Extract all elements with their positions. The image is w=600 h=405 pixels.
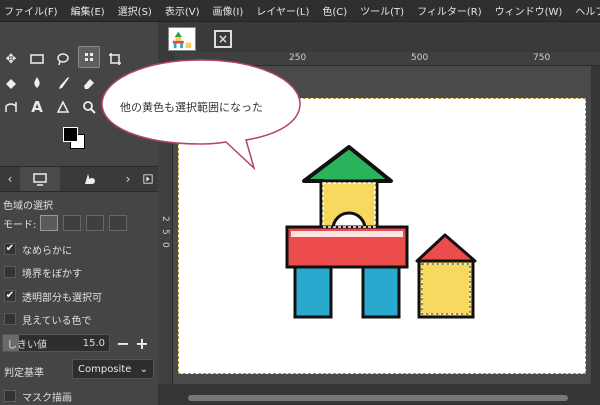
foreground-color-swatch[interactable] xyxy=(63,127,78,142)
mode-row: モード: xyxy=(0,214,132,232)
antialias-checkbox[interactable]: ✔ xyxy=(4,243,16,255)
menu-item-4[interactable]: 画像(I) xyxy=(213,3,244,18)
menu-bar: ファイル(F) 編集(E) 選択(S) 表示(V) 画像(I) レイヤー(L) 色(C) ツー… xyxy=(0,0,600,22)
horizontal-scrollbar[interactable] xyxy=(158,384,600,405)
mode-intersect-button[interactable] xyxy=(109,215,128,231)
color-swatches[interactable] xyxy=(60,126,90,156)
scrollbar-thumb[interactable] xyxy=(188,395,568,401)
feather-label: 境界をぼかす xyxy=(22,268,82,280)
ruler-left-label-2: 2 xyxy=(160,216,170,222)
chevron-left-icon[interactable]: ‹ xyxy=(0,167,20,191)
menu-item-0[interactable]: ファイル(F) xyxy=(4,3,58,18)
callout-text: 他の黄色も選択範囲になった xyxy=(120,101,263,114)
antialias-label: なめらかに xyxy=(22,245,72,257)
sample-merged-checkbox[interactable] xyxy=(4,313,16,325)
paint-bucket-icon[interactable] xyxy=(26,72,48,94)
sample-merged-option[interactable]: 見えている色で xyxy=(4,311,92,327)
menu-item-2[interactable]: 選択(S) xyxy=(118,3,152,18)
lasso-icon[interactable] xyxy=(52,48,74,70)
transparent-option[interactable]: ✔ 透明部分も選択可 xyxy=(4,288,102,304)
ruler-left-label-0: 0 xyxy=(160,242,170,248)
criterion-label: 判定基準 xyxy=(4,368,44,379)
menu-item-7[interactable]: ツール(T) xyxy=(360,3,404,18)
move-icon[interactable]: ✥ xyxy=(0,48,22,70)
menu-item-9[interactable]: ウィンドウ(W) xyxy=(495,3,563,18)
paths-icon[interactable] xyxy=(0,96,22,118)
menu-item-6[interactable]: 色(C) xyxy=(322,3,347,18)
ruler-left-label-5: 5 xyxy=(160,229,170,235)
text-icon[interactable]: A xyxy=(26,96,48,118)
transparent-checkbox[interactable]: ✔ xyxy=(4,290,16,302)
threshold-label: しきい値 xyxy=(7,339,47,351)
antialias-option[interactable]: ✔ なめらかに xyxy=(4,241,72,257)
mode-add-button[interactable] xyxy=(63,215,82,231)
feather-checkbox[interactable] xyxy=(4,266,16,278)
rect-select-icon[interactable] xyxy=(26,48,48,70)
menu-item-1[interactable]: 編集(E) xyxy=(71,3,105,18)
close-image-icon[interactable]: × xyxy=(214,30,232,48)
chevron-down-icon: ⌄ xyxy=(139,363,148,375)
feather-option[interactable]: 境界をぼかす xyxy=(4,264,82,280)
fill-icon[interactable] xyxy=(0,72,22,94)
ruler-label-500: 500 xyxy=(411,53,429,63)
transparent-label: 透明部分も選択可 xyxy=(22,292,102,304)
mode-label: モード: xyxy=(3,219,37,231)
draw-mask-label: マスク描画 xyxy=(22,392,72,404)
menu-item-3[interactable]: 表示(V) xyxy=(165,3,200,18)
menu-item-8[interactable]: フィルター(R) xyxy=(417,3,482,18)
threshold-slider[interactable]: しきい値 15.0 xyxy=(2,334,110,352)
menu-item-10[interactable]: ヘルプ(H) xyxy=(575,3,600,18)
minus-icon[interactable]: − xyxy=(115,334,131,353)
menu-item-5[interactable]: レイヤー(L) xyxy=(256,3,309,18)
draw-mask-checkbox[interactable] xyxy=(4,390,16,402)
mode-replace-button[interactable] xyxy=(40,215,59,231)
plus-icon[interactable]: + xyxy=(134,334,150,353)
paintbrush-icon[interactable] xyxy=(52,72,74,94)
smudge-icon[interactable] xyxy=(52,96,74,118)
vertical-scrollbar[interactable] xyxy=(591,66,600,384)
tool-options-tab-icon[interactable] xyxy=(20,167,60,191)
ruler-label-750: 750 xyxy=(533,53,551,63)
criterion-select[interactable]: Composite ⌄ xyxy=(72,359,154,379)
draw-mask-option[interactable]: マスク描画 xyxy=(4,388,72,404)
tool-options-title: 色域の選択 xyxy=(3,201,53,212)
mode-subtract-button[interactable] xyxy=(86,215,105,231)
criterion-value: Composite xyxy=(78,363,132,375)
sample-merged-label: 見えている色で xyxy=(22,315,92,327)
threshold-value: 15.0 xyxy=(82,337,105,349)
image-thumbnail-tab[interactable] xyxy=(168,27,196,51)
